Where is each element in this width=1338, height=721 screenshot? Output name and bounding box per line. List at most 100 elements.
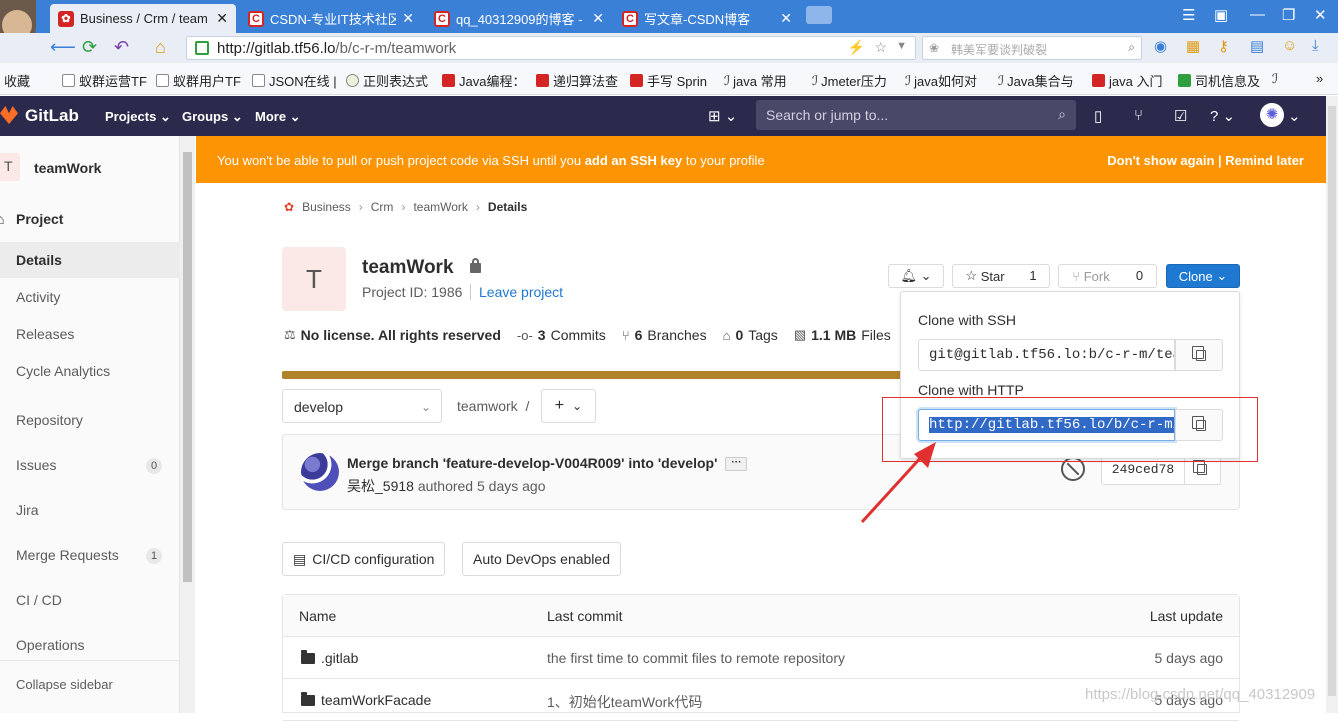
bookmark-item[interactable]: 递归算法查 bbox=[536, 71, 618, 90]
ci-cd-config-button[interactable]: ▤ CI/CD configuration bbox=[282, 542, 446, 576]
file-name-cell[interactable]: .gitlab bbox=[301, 650, 358, 666]
bookmark-item[interactable]: ℐ Java集合与 bbox=[998, 71, 1074, 90]
gitlab-logo-icon[interactable] bbox=[0, 106, 18, 124]
scrollbar-thumb[interactable] bbox=[183, 152, 192, 582]
bookmark-item[interactable]: ℐ bbox=[1272, 71, 1278, 87]
browser-tab-write[interactable]: C 写文章-CSDN博客 ✕ bbox=[614, 4, 800, 33]
bookmark-item[interactable]: 司机信息及 bbox=[1178, 71, 1260, 90]
search-icon[interactable]: ⌕ bbox=[1128, 40, 1135, 55]
back-icon[interactable]: ⟵ bbox=[50, 37, 76, 58]
new-tab-button[interactable] bbox=[806, 6, 832, 24]
nav-groups[interactable]: Groups ⌄ bbox=[182, 109, 243, 125]
breadcrumb-business[interactable]: Business bbox=[302, 200, 351, 214]
merge-request-icon[interactable]: ⑂ bbox=[1134, 107, 1143, 124]
sidebar-item-details[interactable]: Details bbox=[0, 242, 180, 278]
dropdown-icon[interactable]: ▼ bbox=[896, 40, 907, 52]
maximize-icon[interactable]: ❐ bbox=[1282, 6, 1295, 24]
breadcrumb-crm[interactable]: Crm bbox=[371, 200, 394, 214]
file-last-commit[interactable]: 1、初始化teamWork代码 bbox=[547, 692, 702, 712]
scrollbar-thumb[interactable] bbox=[1328, 106, 1336, 696]
leave-project-link[interactable]: Leave project bbox=[470, 284, 563, 300]
expand-commit-button[interactable]: ··· bbox=[725, 457, 748, 472]
todo-icon[interactable]: ☑ bbox=[1174, 107, 1187, 125]
fork-count[interactable]: 0 bbox=[1123, 264, 1157, 288]
chevron-down-icon[interactable]: ⌄ bbox=[1288, 107, 1301, 125]
menu-icon[interactable]: ☰ bbox=[1182, 6, 1195, 24]
star-button[interactable]: ☆ Star bbox=[952, 264, 1018, 288]
star-count[interactable]: 1 bbox=[1017, 264, 1050, 288]
close-tab-icon[interactable]: ✕ bbox=[402, 10, 414, 27]
collapse-sidebar-button[interactable]: Collapse sidebar bbox=[0, 660, 180, 708]
star-icon[interactable]: ☆ bbox=[874, 39, 887, 56]
repo-path[interactable]: teamwork / bbox=[457, 398, 529, 414]
bookmark-item[interactable]: JSON在线 | bbox=[252, 71, 337, 90]
sidebar-item-cycle-analytics[interactable]: Cycle Analytics bbox=[0, 353, 180, 389]
sidebar-item-operations[interactable]: Operations bbox=[0, 627, 180, 663]
clone-ssh-input[interactable]: git@gitlab.tf56.lo:b/c-r-m/teamwork.git bbox=[918, 339, 1175, 371]
bookmark-item[interactable]: 蚁群运营TF bbox=[62, 71, 147, 90]
sidebar-item-activity[interactable]: Activity bbox=[0, 279, 180, 315]
minimize-icon[interactable]: — bbox=[1250, 6, 1265, 23]
address-bar[interactable]: http://gitlab.tf56.lo/b/c-r-m/teamwork ⚡… bbox=[186, 36, 916, 60]
home-icon[interactable]: ⌂ bbox=[155, 37, 166, 58]
translate-icon[interactable]: ▤ bbox=[1250, 37, 1264, 55]
extension-icon[interactable]: ◉ bbox=[1154, 37, 1167, 55]
gitlab-search-input[interactable]: Search or jump to... ⌕ bbox=[756, 100, 1076, 130]
bookmark-item[interactable]: 正则表达式 bbox=[346, 71, 428, 90]
clone-button[interactable]: Clone ⌄ bbox=[1166, 264, 1240, 288]
files-stat[interactable]: ▧ 1.1 MB Files bbox=[794, 327, 891, 343]
table-row[interactable]: .gitlab the first time to commit files t… bbox=[283, 637, 1239, 679]
breadcrumb-details[interactable]: Details bbox=[488, 200, 527, 214]
browser-tab-gitlab[interactable]: ✿ Business / Crm / team ✕ bbox=[50, 4, 236, 33]
add-ssh-key-link[interactable]: add an SSH key bbox=[585, 153, 683, 168]
refresh-icon[interactable]: ⟳ bbox=[82, 37, 97, 58]
commits-stat[interactable]: -o- 3 Commits bbox=[517, 327, 606, 343]
nav-projects[interactable]: Projects ⌄ bbox=[105, 109, 171, 125]
close-window-icon[interactable]: ✕ bbox=[1314, 6, 1327, 24]
bookmark-favorites[interactable]: 收藏 bbox=[4, 71, 30, 90]
bookmark-item[interactable]: java 入门 bbox=[1092, 71, 1162, 90]
bookmark-item[interactable]: ℐ Jmeter压力 bbox=[812, 71, 887, 90]
lightning-icon[interactable]: ⚡ bbox=[848, 39, 865, 56]
banner-actions[interactable]: Don't show again | Remind later bbox=[1107, 153, 1304, 168]
file-last-commit[interactable]: the first time to commit files to remote… bbox=[547, 650, 845, 666]
sidebar-item-issues[interactable]: Issues 0 bbox=[0, 447, 180, 483]
bookmark-item[interactable]: ℐjava 常用 bbox=[724, 71, 787, 90]
commit-author[interactable]: 吴松_5918 bbox=[347, 478, 414, 494]
fork-button[interactable]: ⑂ Fork bbox=[1058, 264, 1124, 288]
browser-tab-blog[interactable]: C qq_40312909的博客 - C ✕ bbox=[426, 4, 612, 33]
sidebar-item-releases[interactable]: Releases bbox=[0, 316, 180, 352]
bookmark-item[interactable]: 手写 Sprin bbox=[630, 71, 707, 90]
page-scrollbar[interactable] bbox=[1326, 96, 1338, 713]
nav-more[interactable]: More ⌄ bbox=[255, 109, 301, 125]
undo-icon[interactable]: ↶ bbox=[114, 37, 129, 58]
help-icon[interactable]: ? ⌄ bbox=[1210, 107, 1235, 125]
add-to-tree-button[interactable]: + ⌄ bbox=[541, 389, 596, 423]
branches-stat[interactable]: ⑂ 6 Branches bbox=[622, 327, 707, 343]
file-name-cell[interactable]: teamWorkFacade bbox=[301, 692, 431, 708]
sidebar-project-header[interactable]: T teamWork bbox=[0, 145, 180, 189]
author-avatar[interactable] bbox=[301, 453, 339, 491]
key-icon[interactable]: ⚷ bbox=[1218, 37, 1229, 55]
user-avatar-icon[interactable]: ✺ bbox=[1260, 103, 1284, 127]
sidebar-item-merge-requests[interactable]: Merge Requests 1 bbox=[0, 537, 180, 573]
browser-tab-csdn[interactable]: C CSDN-专业IT技术社区 ✕ bbox=[240, 4, 422, 33]
new-item-icon[interactable]: ⊞ ⌄ bbox=[708, 107, 737, 125]
tags-stat[interactable]: ⌂ 0 Tags bbox=[723, 327, 778, 343]
sidebar-scrollbar[interactable] bbox=[180, 136, 195, 713]
close-tab-icon[interactable]: ✕ bbox=[592, 10, 604, 27]
issues-icon[interactable]: ▯ bbox=[1094, 107, 1102, 125]
browser-search-input[interactable]: 韩美军要谈判破裂 ❀ ⌕ bbox=[922, 36, 1142, 60]
download-icon[interactable]: ⤓ bbox=[1312, 37, 1319, 54]
commit-message[interactable]: Merge branch 'feature-develop-V004R009' … bbox=[347, 455, 748, 472]
more-bookmarks-button[interactable]: » bbox=[1316, 71, 1323, 86]
extension-icon[interactable]: ▦ bbox=[1186, 37, 1200, 55]
breadcrumb-teamwork[interactable]: teamWork bbox=[413, 200, 467, 214]
branch-selector[interactable]: develop ⌄ bbox=[282, 389, 442, 423]
skin-icon[interactable]: ▣ bbox=[1214, 6, 1228, 24]
bookmark-item[interactable]: ℐjava如何对 bbox=[905, 71, 977, 90]
sidebar-item-ci-cd[interactable]: CI / CD bbox=[0, 582, 180, 618]
emoji-icon[interactable]: ☺ bbox=[1282, 37, 1297, 54]
close-tab-icon[interactable]: ✕ bbox=[216, 10, 228, 27]
gitlab-brand[interactable]: GitLab bbox=[25, 106, 79, 126]
